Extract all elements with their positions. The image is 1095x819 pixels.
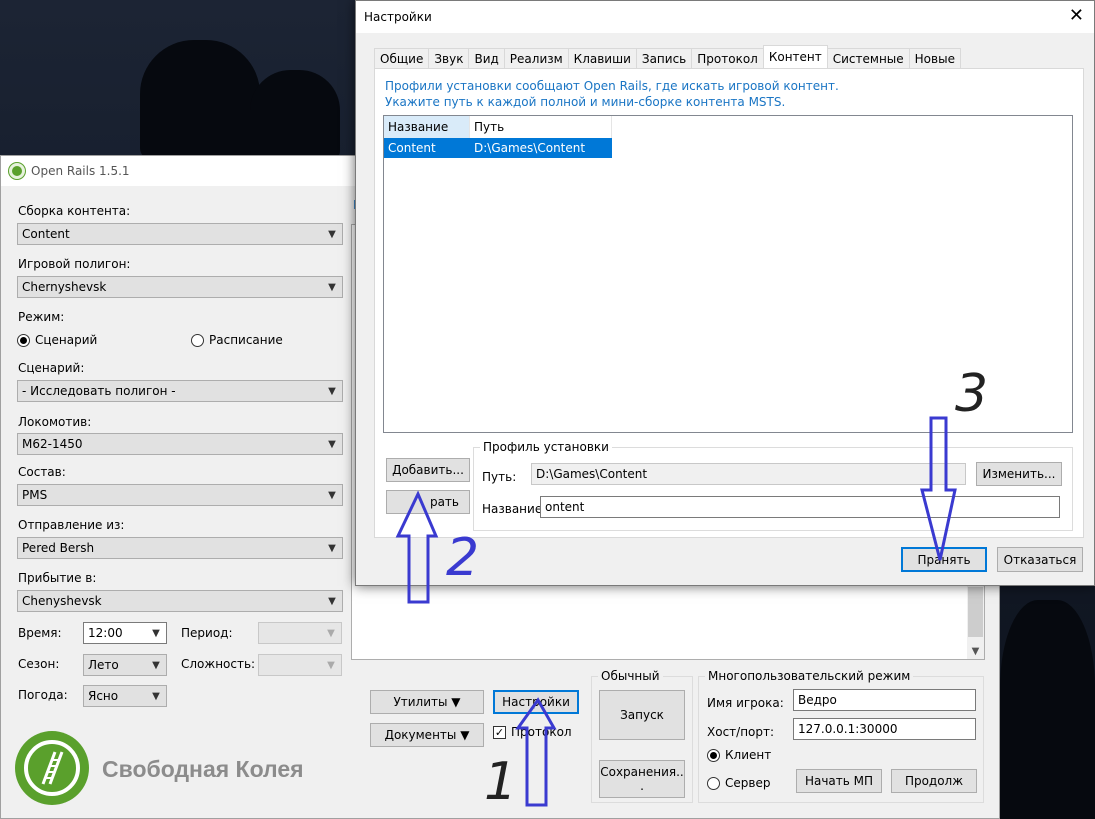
annotation-number-3: 3: [955, 364, 989, 424]
arrow-down-3: [920, 416, 957, 561]
arrow-up-2: [395, 490, 439, 604]
annotation-number-2: 2: [446, 528, 480, 588]
tab-content[interactable]: Контент: [762, 45, 828, 68]
annotation-overlay: [395, 416, 957, 807]
arrow-up-1: [515, 697, 557, 807]
annotation-number-1: 1: [484, 752, 518, 812]
